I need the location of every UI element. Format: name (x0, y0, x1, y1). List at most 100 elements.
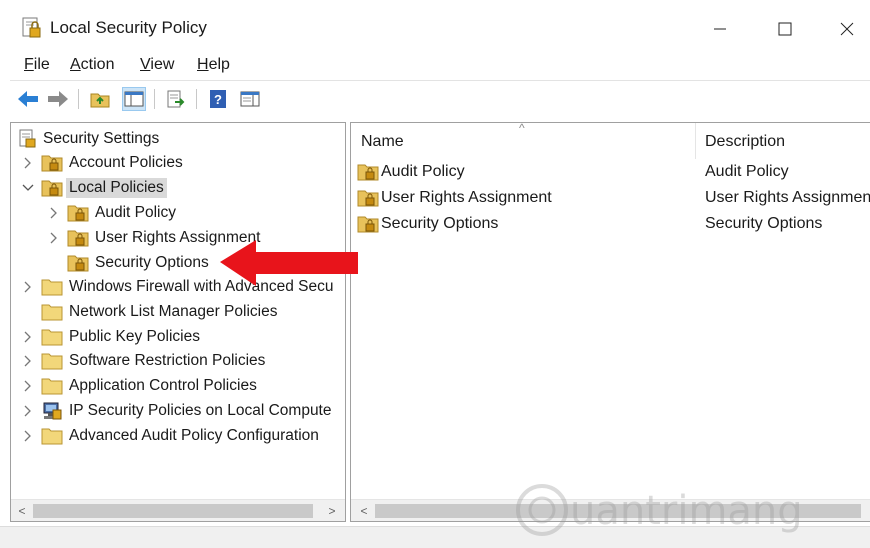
list-item-name: User Rights Assignment (381, 189, 552, 206)
menu-help[interactable]: Help (197, 56, 230, 74)
folder-icon (41, 329, 63, 346)
show-hide-tree-icon (124, 91, 144, 107)
maximize-icon (778, 22, 792, 36)
chevron-right-icon[interactable] (21, 330, 35, 344)
menu-bar: File Action View Help (0, 52, 870, 80)
sort-ascending-icon: ^ (519, 122, 525, 135)
show-hide-console-tree-button[interactable] (122, 87, 146, 111)
show-hide-action-pane-button[interactable] (238, 87, 262, 111)
tree-item-application-control[interactable]: Application Control Policies (21, 374, 257, 398)
forward-button[interactable] (46, 87, 70, 111)
up-one-level-button[interactable] (88, 87, 112, 111)
folder-icon (41, 378, 63, 395)
menu-view[interactable]: View (140, 56, 174, 74)
tree-item-local-policies[interactable]: Local Policies (21, 176, 167, 200)
no-expander (21, 305, 35, 319)
help-button[interactable]: ? (206, 87, 230, 111)
menu-action-label: ction (80, 56, 115, 73)
tree-item-ip-security[interactable]: IP Security Policies on Local Compute (21, 399, 332, 423)
policy-folder-icon (357, 216, 379, 233)
toolbar-separator (154, 89, 155, 109)
chevron-right-icon[interactable] (21, 379, 35, 393)
menu-help-accel: H (197, 56, 209, 73)
chevron-right-icon[interactable] (21, 354, 35, 368)
policy-folder-icon (67, 205, 89, 222)
title-bar: Local Security Policy (0, 0, 870, 50)
export-list-button[interactable] (164, 87, 188, 111)
tree-horizontal-scrollbar[interactable]: < > (11, 499, 345, 521)
properties-pane-icon (240, 91, 260, 107)
column-headers: Name ^ Description (351, 123, 870, 159)
watermark-logo: uantrimang (516, 484, 803, 536)
minimize-button[interactable] (697, 12, 743, 46)
minimize-icon (714, 28, 726, 30)
policy-folder-open-icon (41, 180, 63, 197)
tree-item-label: Software Restriction Policies (69, 352, 266, 369)
help-icon: ? (210, 90, 226, 108)
list-item-audit-policy[interactable]: Audit Policy (357, 160, 465, 184)
menu-file[interactable]: File (24, 56, 50, 74)
chevron-right-icon[interactable] (21, 280, 35, 294)
close-button[interactable] (824, 12, 870, 46)
toolbar-separator (196, 89, 197, 109)
chevron-right-icon[interactable] (21, 429, 35, 443)
column-divider[interactable] (695, 123, 696, 159)
folder-icon (41, 353, 63, 370)
tree-item-label: Advanced Audit Policy Configuration (69, 427, 319, 444)
security-settings-icon (19, 129, 36, 148)
export-list-icon (167, 90, 185, 108)
no-expander (47, 256, 61, 270)
policy-folder-icon (357, 164, 379, 181)
tree-item-network-list-manager[interactable]: Network List Manager Policies (21, 300, 277, 324)
tree-item-label: Account Policies (69, 154, 183, 171)
chevron-right-icon[interactable] (21, 404, 35, 418)
policy-folder-icon (67, 255, 89, 272)
console-tree-pane: Security Settings Account Policies Local… (10, 122, 346, 522)
tree-item-label: Audit Policy (95, 204, 176, 221)
menu-help-label: elp (208, 56, 230, 73)
back-button[interactable] (16, 87, 40, 111)
policy-folder-icon (67, 230, 89, 247)
tree-item-label: Application Control Policies (69, 377, 257, 394)
tree-item-label: Network List Manager Policies (69, 303, 278, 320)
column-header-description[interactable]: Description (705, 133, 785, 151)
scroll-right-icon[interactable]: > (325, 503, 339, 519)
tree-item-account-policies[interactable]: Account Policies (21, 151, 183, 175)
tree-item-security-options[interactable]: Security Options (47, 251, 209, 275)
tree-root-label: Security Settings (43, 130, 160, 147)
up-folder-icon (90, 93, 110, 108)
policy-folder-icon (41, 155, 63, 172)
list-item-name: Security Options (381, 215, 499, 232)
tree-item-advanced-audit[interactable]: Advanced Audit Policy Configuration (21, 424, 319, 448)
tree-item-label: IP Security Policies on Local Compute (69, 402, 332, 419)
folder-icon (41, 304, 63, 321)
tree-item-public-key-policies[interactable]: Public Key Policies (21, 325, 200, 349)
list-item-security-options[interactable]: Security Options (357, 212, 498, 236)
tree-item-label: Public Key Policies (69, 328, 200, 345)
tree-item-software-restriction[interactable]: Software Restriction Policies (21, 349, 265, 373)
menu-action-accel: A (70, 56, 81, 73)
column-header-name[interactable]: Name (361, 133, 404, 151)
menu-file-accel: F (24, 56, 34, 73)
list-item-user-rights-assignment[interactable]: User Rights Assignment (357, 186, 552, 210)
list-item-description: Security Options (705, 215, 823, 232)
scroll-left-icon[interactable]: < (15, 503, 29, 519)
tree-item-audit-policy[interactable]: Audit Policy (47, 201, 176, 225)
chevron-down-icon[interactable] (21, 181, 35, 195)
menu-divider (10, 80, 870, 81)
chevron-right-icon[interactable] (47, 206, 61, 220)
watermark-text: uantrimang (570, 488, 803, 534)
chevron-right-icon[interactable] (47, 231, 61, 245)
menu-action[interactable]: Action (70, 56, 114, 74)
folder-icon (41, 428, 63, 445)
scroll-left-icon[interactable]: < (357, 503, 371, 519)
security-policy-app-icon (22, 17, 41, 38)
chevron-right-icon[interactable] (21, 156, 35, 170)
scroll-thumb[interactable] (33, 504, 313, 518)
list-item-name: Audit Policy (381, 163, 465, 180)
tree-root-security-settings[interactable]: Security Settings (19, 127, 159, 151)
svg-text:?: ? (214, 92, 222, 107)
list-item-description: User Rights Assignment (705, 189, 870, 206)
maximize-button[interactable] (762, 12, 808, 46)
folder-icon (41, 279, 63, 296)
